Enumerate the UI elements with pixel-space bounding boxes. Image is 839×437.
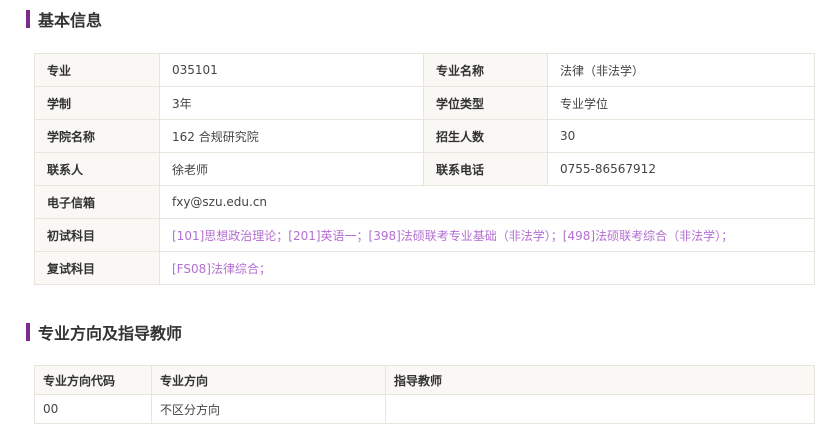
table-row: 学院名称 162 合规研究院 招生人数 30 (34, 119, 815, 153)
retest-label: 复试科目 (34, 251, 160, 285)
basic-info-table: 专业 035101 专业名称 法律（非法学） 学制 3年 学位类型 专业学位 学… (34, 53, 815, 285)
enrollment-value: 30 (547, 119, 815, 153)
enrollment-label: 招生人数 (423, 119, 548, 153)
phone-label: 联系电话 (423, 152, 548, 186)
supervisor-cell (385, 394, 815, 424)
basic-info-heading: 基本信息 (26, 10, 103, 30)
initial-exam-label: 初试科目 (34, 218, 160, 252)
major-name-value: 法律（非法学） (547, 53, 815, 87)
contact-value: 徐老师 (159, 152, 424, 186)
college-label: 学院名称 (34, 119, 160, 153)
table-row: 电子信箱 fxy@szu.edu.cn (34, 185, 815, 219)
direction-code-cell: 00 (34, 394, 152, 424)
directions-heading: 专业方向及指导教师 (26, 323, 183, 343)
initial-exam-subjects-link[interactable]: [101]思想政治理论；[201]英语一；[398]法硕联考专业基础（非法学）；… (159, 218, 815, 252)
supervisor-header: 指导教师 (385, 365, 815, 395)
table-row: 联系人 徐老师 联系电话 0755-86567912 (34, 152, 815, 186)
major-name-label: 专业名称 (423, 53, 548, 87)
duration-value: 3年 (159, 86, 424, 120)
table-row: 初试科目 [101]思想政治理论；[201]英语一；[398]法硕联考专业基础（… (34, 218, 815, 252)
table-row: 复试科目 [FS08]法律综合； (34, 251, 815, 285)
direction-code-header: 专业方向代码 (34, 365, 152, 395)
direction-name-cell: 不区分方向 (151, 394, 386, 424)
direction-name-header: 专业方向 (151, 365, 386, 395)
heading-accent-bar (26, 10, 30, 28)
duration-label: 学制 (34, 86, 160, 120)
contact-label: 联系人 (34, 152, 160, 186)
major-code-label: 专业 (34, 53, 160, 87)
directions-table: 专业方向代码 专业方向 指导教师 00 不区分方向 (34, 365, 815, 424)
degree-type-label: 学位类型 (423, 86, 548, 120)
degree-type-value: 专业学位 (547, 86, 815, 120)
retest-subjects-link[interactable]: [FS08]法律综合； (159, 251, 815, 285)
table-row: 学制 3年 学位类型 专业学位 (34, 86, 815, 120)
heading-accent-bar (26, 323, 30, 341)
phone-value: 0755-86567912 (547, 152, 815, 186)
college-value: 162 合规研究院 (159, 119, 424, 153)
table-header-row: 专业方向代码 专业方向 指导教师 (34, 365, 815, 395)
table-row: 专业 035101 专业名称 法律（非法学） (34, 53, 815, 87)
email-value: fxy@szu.edu.cn (159, 185, 815, 219)
directions-title: 专业方向及指导教师 (38, 324, 183, 343)
major-code-value: 035101 (159, 53, 424, 87)
basic-info-title: 基本信息 (38, 11, 103, 30)
email-label: 电子信箱 (34, 185, 160, 219)
table-row: 00 不区分方向 (34, 394, 815, 424)
